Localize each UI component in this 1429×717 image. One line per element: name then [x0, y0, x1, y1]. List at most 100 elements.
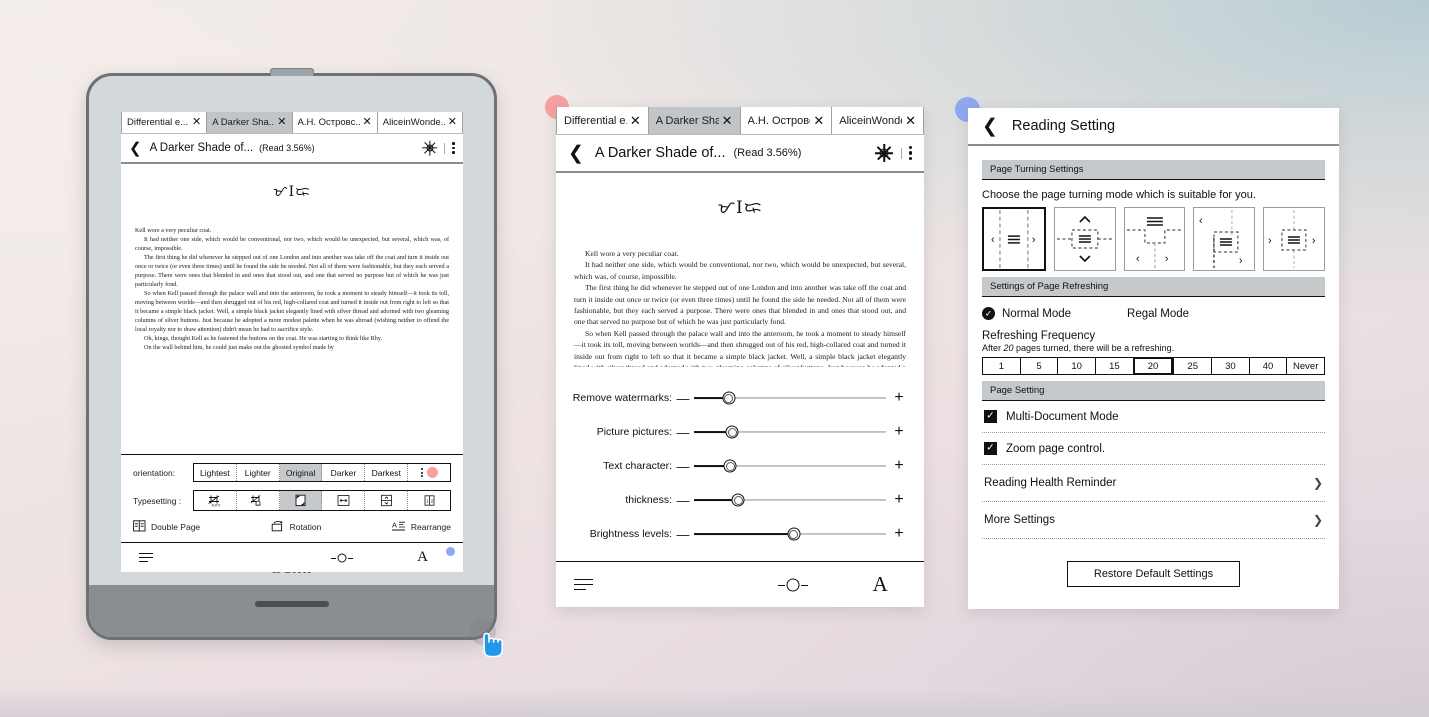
contrast-icon	[330, 552, 353, 564]
mode-up-down[interactable]	[1053, 207, 1116, 271]
document-title: A Darker Shade of...	[149, 142, 254, 154]
sun-icon[interactable]	[422, 140, 438, 156]
crop-region-icon[interactable]	[279, 491, 323, 510]
toc-icon	[139, 552, 153, 563]
paragraph: On the wall behind him, he could just ma…	[144, 343, 334, 351]
mode-left-right-full[interactable]: ‹ ›	[982, 207, 1046, 271]
rotation-button[interactable]: Rotation	[271, 520, 321, 534]
orientation-more-button[interactable]	[408, 464, 450, 481]
tab-item[interactable]: Differential e... ✕	[121, 112, 208, 133]
tab-close-icon[interactable]: ✕	[813, 114, 824, 127]
tab-item[interactable]: AliceinWonde... ✕	[377, 112, 463, 133]
restore-default-settings-button[interactable]: Restore Default Settings	[1066, 561, 1241, 587]
orientation-option-lighter[interactable]: Lighter	[237, 464, 280, 481]
double-page-button[interactable]: Double Page	[133, 520, 200, 534]
freq-option-40[interactable]: 40	[1248, 357, 1287, 375]
orientation-label: orientation:	[133, 467, 176, 478]
slider-decrement-button[interactable]: —	[672, 528, 694, 541]
tab-item[interactable]: Differential e... ✕	[556, 107, 649, 134]
slider-decrement-button[interactable]: —	[672, 460, 694, 473]
back-chevron-icon[interactable]: ❮	[982, 117, 998, 136]
nav-label: More Settings	[984, 514, 1055, 526]
slider-track[interactable]	[694, 391, 886, 405]
book-text: Kell wore a very peculiar coat. It had n…	[135, 227, 449, 353]
section-header-page-turning: Page Turning Settings	[982, 160, 1325, 180]
slider-decrement-button[interactable]: —	[672, 426, 694, 439]
tab-item-active[interactable]: A Darker Sha... ✕	[648, 107, 741, 134]
tab-item-active[interactable]: A Darker Sha... ✕	[207, 112, 293, 133]
slider-increment-button[interactable]: +	[886, 390, 912, 406]
checkbox-row-multi-document-mode[interactable]: Multi-Document Mode	[982, 401, 1325, 433]
freq-option-10[interactable]: 10	[1057, 357, 1096, 375]
tab-close-icon[interactable]: ✕	[363, 117, 372, 128]
slider-increment-button[interactable]: +	[886, 424, 912, 440]
tab-item[interactable]: AliceinWonde... ✕	[832, 107, 924, 134]
freq-option-30[interactable]: 30	[1211, 357, 1249, 375]
slider-decrement-button[interactable]: —	[672, 494, 694, 507]
back-chevron-icon[interactable]: ❮	[129, 141, 142, 156]
touch-cursor	[470, 619, 516, 665]
radio-regal-mode[interactable]: Regal Mode	[1127, 308, 1189, 320]
slider-decrement-button[interactable]: —	[672, 392, 694, 405]
rearrange-label: Rearrange	[410, 522, 451, 532]
slider-track[interactable]	[694, 493, 886, 507]
tab-close-icon[interactable]: ✕	[192, 117, 201, 128]
orientation-segmented-control: Lightest Lighter Original Darker Darkest	[193, 463, 451, 482]
freq-option-15[interactable]: 15	[1095, 357, 1133, 375]
freq-option-25[interactable]: 25	[1173, 357, 1212, 375]
toc-button[interactable]	[121, 552, 220, 563]
rotation-icon	[271, 520, 285, 534]
typesetting-segmented-control: AUTO 1 2	[193, 490, 451, 511]
back-chevron-icon[interactable]: ❮	[568, 144, 584, 163]
two-column-icon[interactable]: 1 2	[408, 491, 450, 510]
orientation-option-darkest[interactable]: Darkest	[365, 464, 409, 481]
contrast-button[interactable]	[749, 577, 837, 593]
nav-row-reading-health-reminder[interactable]: Reading Health Reminder ❯	[982, 465, 1325, 502]
toc-button[interactable]	[556, 578, 662, 591]
mode-corner-diagonal[interactable]: ‹ ›	[1193, 207, 1256, 271]
contrast-button[interactable]	[301, 552, 382, 564]
horizontal-margin-icon[interactable]	[322, 491, 366, 510]
rearrange-button[interactable]: A Rearrange	[391, 520, 451, 534]
paragraph: Kell wore a very peculiar coat.	[585, 249, 679, 258]
mode-top-bottom-split[interactable]: ‹ ›	[1123, 207, 1186, 271]
vertical-margin-icon[interactable]	[365, 491, 409, 510]
slider-increment-button[interactable]: +	[886, 526, 912, 542]
tab-item[interactable]: А.Н. Островс... ✕	[740, 107, 833, 134]
font-button[interactable]: A	[837, 574, 925, 595]
slider-track[interactable]	[694, 425, 886, 439]
freq-option-never[interactable]: Never	[1286, 357, 1326, 375]
checkbox-checked-icon	[984, 442, 997, 455]
tab-close-icon[interactable]: ✕	[905, 114, 916, 127]
tab-item[interactable]: А.Н. Островс... ✕	[292, 112, 378, 133]
kebab-menu-icon[interactable]	[452, 142, 455, 154]
freq-option-5[interactable]: 5	[1019, 357, 1058, 375]
freq-option-20[interactable]: 20	[1132, 357, 1174, 375]
tab-close-icon[interactable]: ✕	[722, 114, 733, 127]
tab-close-icon[interactable]: ✕	[277, 117, 286, 128]
page-actions-row: Double Page Rotation A Rearrange	[121, 511, 463, 542]
kebab-menu-icon[interactable]	[908, 146, 912, 160]
sun-icon[interactable]	[875, 144, 894, 163]
tab-close-icon[interactable]: ✕	[448, 117, 457, 128]
slider-track[interactable]	[694, 527, 886, 541]
checkbox-row-zoom-page-control[interactable]: Zoom page control.	[982, 433, 1325, 465]
slider-track[interactable]	[694, 459, 886, 473]
mode-outer-sides[interactable]: › ›	[1263, 207, 1325, 271]
tab-label: А.Н. Островс...	[747, 114, 811, 127]
slider-increment-button[interactable]: +	[886, 492, 912, 508]
crop-auto-icon[interactable]: AUTO	[194, 491, 237, 510]
slider-increment-button[interactable]: +	[886, 458, 912, 474]
crop-manual-icon[interactable]	[237, 491, 280, 510]
orientation-option-lightest[interactable]: Lightest	[194, 464, 237, 481]
orientation-option-original[interactable]: Original	[279, 464, 323, 481]
paragraph: The first thing he did whenever he stepp…	[574, 283, 906, 327]
freq-option-1[interactable]: 1	[982, 357, 1020, 375]
orientation-option-darker[interactable]: Darker	[322, 464, 366, 481]
nav-row-more-settings[interactable]: More Settings ❯	[982, 502, 1325, 539]
orientation-row: orientation: Lightest Lighter Original D…	[121, 455, 463, 482]
radio-normal-mode[interactable]: Normal Mode	[982, 307, 1071, 320]
tablet-power-button[interactable]	[269, 68, 314, 76]
tablet-home-bar[interactable]	[254, 601, 329, 607]
tab-close-icon[interactable]: ✕	[630, 114, 641, 127]
